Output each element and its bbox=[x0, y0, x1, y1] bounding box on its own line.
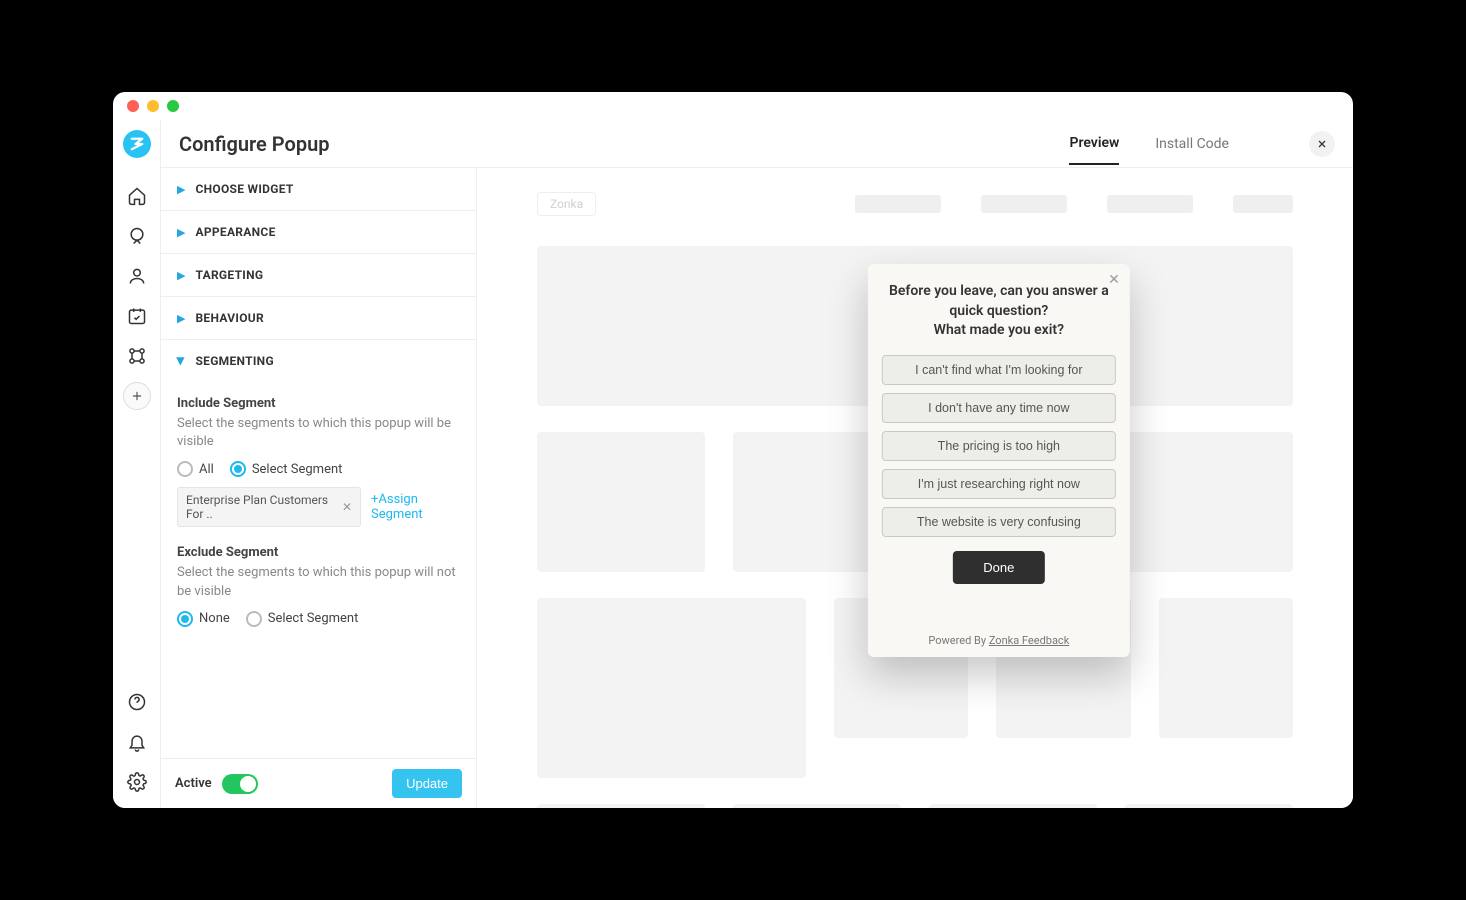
preview-logo: Zonka bbox=[537, 192, 596, 216]
active-label: Active bbox=[175, 776, 212, 791]
popup-close-icon[interactable]: ✕ bbox=[1108, 272, 1120, 288]
accordion-segmenting[interactable]: ▶ SEGMENTING bbox=[161, 340, 476, 382]
nav-skeleton bbox=[1233, 195, 1293, 213]
include-radio-select[interactable]: Select Segment bbox=[230, 461, 343, 477]
survey-question: Before you leave, can you answer a quick… bbox=[882, 282, 1116, 341]
segmenting-content: Include Segment Select the segments to w… bbox=[161, 382, 476, 661]
skeleton-block bbox=[929, 804, 1097, 808]
workflow-icon[interactable] bbox=[123, 342, 151, 370]
tab-preview[interactable]: Preview bbox=[1069, 135, 1119, 165]
skeleton-block bbox=[537, 432, 705, 572]
skeleton-block bbox=[733, 804, 901, 808]
skeleton-block bbox=[537, 598, 806, 778]
accordion-appearance[interactable]: ▶ APPEARANCE bbox=[161, 211, 476, 254]
nav-rail bbox=[113, 120, 161, 808]
update-button[interactable]: Update bbox=[392, 769, 462, 798]
exclude-radio-select[interactable]: Select Segment bbox=[246, 611, 359, 627]
window-minimize-dot[interactable] bbox=[147, 100, 159, 112]
settings-icon[interactable] bbox=[123, 768, 151, 796]
window-maximize-dot[interactable] bbox=[167, 100, 179, 112]
exclude-radio-none[interactable]: None bbox=[177, 611, 230, 627]
include-radio-all[interactable]: All bbox=[177, 461, 214, 477]
include-desc: Select the segments to which this popup … bbox=[177, 415, 460, 451]
exclude-desc: Select the segments to which this popup … bbox=[177, 564, 460, 600]
survey-answer[interactable]: I can't find what I'm looking for bbox=[882, 355, 1116, 385]
accordion-behaviour[interactable]: ▶ BEHAVIOUR bbox=[161, 297, 476, 340]
feedback-icon[interactable] bbox=[123, 222, 151, 250]
window-close-dot[interactable] bbox=[127, 100, 139, 112]
survey-done-button[interactable]: Done bbox=[953, 551, 1044, 584]
config-panel: ▶ CHOOSE WIDGET ▶ APPEARANCE ▶ TARGETING bbox=[161, 168, 477, 808]
skeleton-block bbox=[1125, 432, 1293, 572]
survey-answer[interactable]: I'm just researching right now bbox=[882, 469, 1116, 499]
brand-logo[interactable] bbox=[123, 130, 151, 158]
accordion-choose-widget[interactable]: ▶ CHOOSE WIDGET bbox=[161, 168, 476, 211]
active-toggle[interactable] bbox=[222, 774, 258, 794]
close-button[interactable] bbox=[1309, 131, 1335, 157]
chip-remove-icon[interactable]: ✕ bbox=[342, 500, 352, 514]
contacts-icon[interactable] bbox=[123, 262, 151, 290]
help-icon[interactable] bbox=[123, 688, 151, 716]
survey-answer[interactable]: The website is very confusing bbox=[882, 507, 1116, 537]
survey-answer[interactable]: I don't have any time now bbox=[882, 393, 1116, 423]
calendar-icon[interactable] bbox=[123, 302, 151, 330]
page-title: Configure Popup bbox=[179, 132, 1029, 156]
skeleton-block bbox=[537, 804, 705, 808]
notifications-icon[interactable] bbox=[123, 728, 151, 756]
skeleton-block bbox=[1159, 598, 1293, 738]
survey-popup: ✕ Before you leave, can you answer a qui… bbox=[868, 264, 1130, 657]
preview-stage: Zonka bbox=[477, 168, 1353, 808]
powered-by-link[interactable]: Zonka Feedback bbox=[989, 634, 1069, 647]
segment-chip[interactable]: Enterprise Plan Customers For .. ✕ bbox=[177, 487, 361, 527]
panel-footer: Active Update bbox=[161, 758, 476, 808]
app-window: Configure Popup Preview Install Code ▶ C… bbox=[113, 92, 1353, 808]
tab-install-code[interactable]: Install Code bbox=[1155, 136, 1229, 164]
mac-titlebar bbox=[113, 92, 1353, 120]
survey-answer[interactable]: The pricing is too high bbox=[882, 431, 1116, 461]
nav-skeleton bbox=[981, 195, 1067, 213]
nav-skeleton bbox=[1107, 195, 1193, 213]
home-icon[interactable] bbox=[123, 182, 151, 210]
assign-segment-link[interactable]: +Assign Segment bbox=[371, 492, 460, 522]
powered-by: Powered By Zonka Feedback bbox=[882, 634, 1116, 647]
add-icon[interactable] bbox=[123, 382, 151, 410]
include-heading: Include Segment bbox=[177, 396, 460, 411]
page-header: Configure Popup Preview Install Code bbox=[161, 120, 1353, 168]
exclude-heading: Exclude Segment bbox=[177, 545, 460, 560]
nav-skeleton bbox=[855, 195, 941, 213]
accordion-targeting[interactable]: ▶ TARGETING bbox=[161, 254, 476, 297]
skeleton-block: Save bbox=[1125, 804, 1293, 808]
header-tabs: Preview Install Code bbox=[1069, 123, 1229, 165]
